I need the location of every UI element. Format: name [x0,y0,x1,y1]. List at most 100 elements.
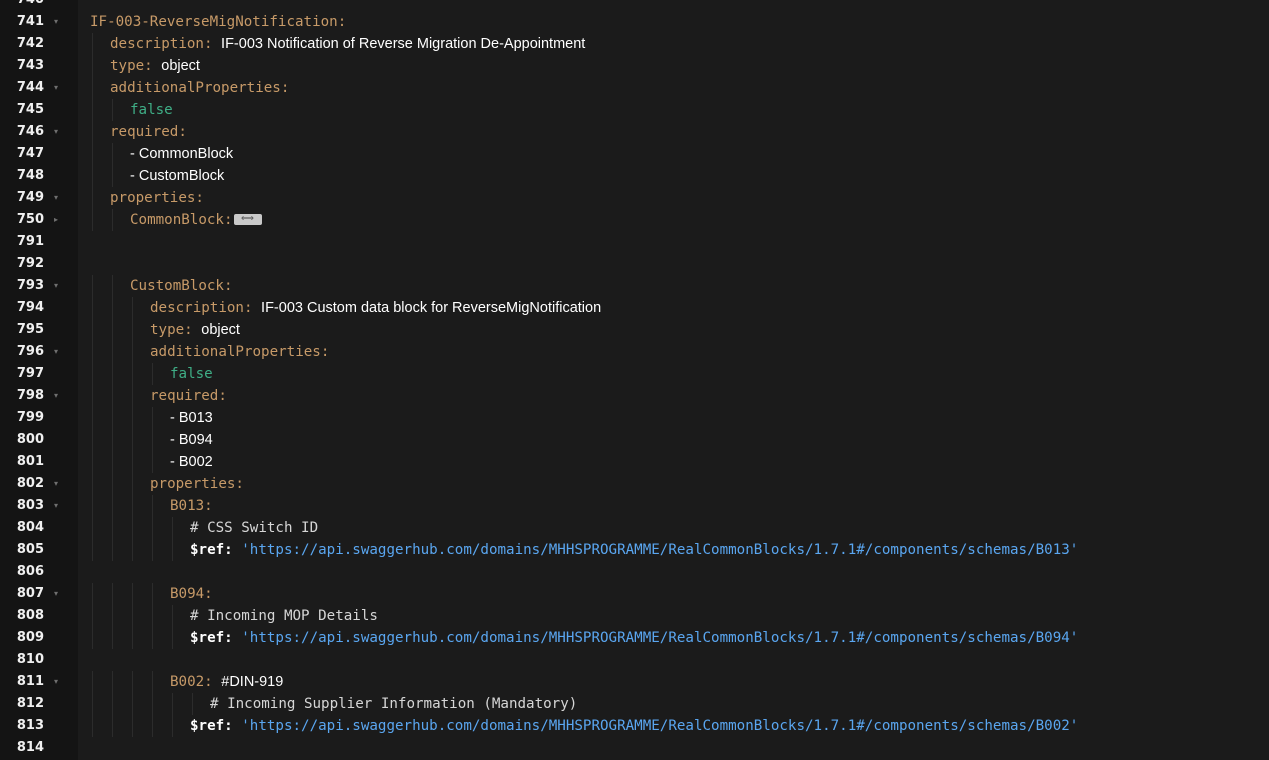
token-key: B002: [170,674,222,690]
line-number: 793 [16,278,44,293]
code-line[interactable]: 811 ▾ B002: #DIN-919 [0,671,1269,693]
indent-guide [92,165,93,187]
fold-expand-icon[interactable]: ▸ [49,209,63,231]
line-number: 814 [16,740,44,755]
indent-guide [172,693,173,715]
indent-guide [112,209,113,231]
code-line[interactable]: 803 ▾ B013: [0,495,1269,517]
token-refk: $ref: [190,630,242,646]
code-text: - CustomBlock [130,165,224,187]
line-number: 808 [16,608,44,623]
fold-collapse-icon[interactable]: ▾ [49,11,63,33]
code-line[interactable]: 814 [0,737,1269,759]
indent-guide [112,319,113,341]
indent-guide [172,605,173,627]
code-line[interactable]: 744 ▾ additionalProperties: [0,77,1269,99]
token-cmt: # CSS Switch ID [190,520,319,536]
fold-collapse-icon[interactable]: ▾ [49,275,63,297]
code-line[interactable]: 794 description: IF-003 Custom data block… [0,297,1269,319]
token-bool: false [170,366,213,382]
token-val: - CustomBlock [130,168,225,184]
code-text: B094: [170,583,213,605]
code-line[interactable]: 750 ▸ CommonBlock: ⟺ [0,209,1269,231]
line-number: 795 [16,322,44,337]
code-line[interactable]: 795 type: object [0,319,1269,341]
code-line[interactable]: 748 - CustomBlock [0,165,1269,187]
token-key: additionalProperties: [150,344,330,360]
indent-guide [132,693,133,715]
token-cmt: # Incoming Supplier Information (Mandato… [210,696,578,712]
indent-guide [152,429,153,451]
indent-guide [92,715,93,737]
code-line[interactable]: 812 # Incoming Supplier Information (Mand… [0,693,1269,715]
fold-collapse-icon[interactable]: ▾ [49,671,63,693]
code-line[interactable]: 801 - B002 [0,451,1269,473]
indent-guide [132,319,133,341]
indent-guide [152,583,153,605]
code-text: false [130,99,173,121]
line-number: 810 [16,652,44,667]
indent-guide [112,715,113,737]
fold-collapse-icon[interactable]: ▾ [49,473,63,495]
code-line[interactable]: 802 ▾ properties: [0,473,1269,495]
token-str: 'https://api.swaggerhub.com/domains/MHHS… [241,542,1079,558]
code-line[interactable]: 740 [0,0,1269,11]
code-line[interactable]: 806 [0,561,1269,583]
code-line[interactable]: 810 [0,649,1269,671]
code-line[interactable]: 749 ▾ properties: [0,187,1269,209]
code-line[interactable]: 741 ▾ IF-003-ReverseMigNotification: [0,11,1269,33]
line-number: 742 [16,36,44,51]
code-line[interactable]: 796 ▾ additionalProperties: [0,341,1269,363]
token-key: properties: [150,476,244,492]
line-number: 749 [16,190,44,205]
indent-guide [92,693,93,715]
code-line[interactable]: 797 false [0,363,1269,385]
fold-collapse-icon[interactable]: ▾ [49,121,63,143]
code-line[interactable]: 793 ▾ CustomBlock: [0,275,1269,297]
code-line[interactable]: 742 description: IF-003 Notification of R… [0,33,1269,55]
code-line[interactable]: 791 [0,231,1269,253]
indent-guide [92,671,93,693]
code-line[interactable]: 747 - CommonBlock [0,143,1269,165]
code-line[interactable]: 809 $ref: 'https://api.swaggerhub.com/dom… [0,627,1269,649]
indent-guide [112,385,113,407]
indent-guide [172,539,173,561]
indent-guide [132,363,133,385]
yaml-code-editor[interactable]: 740 741 ▾ IF-003-ReverseMigNotification: 742… [0,0,1269,760]
code-line[interactable]: 800 - B094 [0,429,1269,451]
code-line[interactable]: 805 $ref: 'https://api.swaggerhub.com/dom… [0,539,1269,561]
fold-collapse-icon[interactable]: ▾ [49,77,63,99]
code-line[interactable]: 807 ▾ B094: [0,583,1269,605]
collapsed-block-icon[interactable]: ⟺ [233,213,262,225]
token-cmt: # Incoming MOP Details [190,608,378,624]
indent-guide [112,605,113,627]
code-line[interactable]: 792 [0,253,1269,275]
fold-collapse-icon[interactable]: ▾ [49,495,63,517]
indent-guide [192,693,193,715]
code-line[interactable]: 813 $ref: 'https://api.swaggerhub.com/dom… [0,715,1269,737]
token-key: CommonBlock: [130,212,233,228]
indent-guide [112,583,113,605]
code-line[interactable]: 745 false [0,99,1269,121]
indent-guide [132,715,133,737]
code-text: - B094 [170,429,213,451]
fold-collapse-icon[interactable]: ▾ [49,341,63,363]
indent-guide [112,517,113,539]
fold-collapse-icon[interactable]: ▾ [49,385,63,407]
fold-collapse-icon[interactable]: ▾ [49,187,63,209]
code-line[interactable]: 746 ▾ required: [0,121,1269,143]
token-key: description: [150,300,262,316]
code-line[interactable]: 798 ▾ required: [0,385,1269,407]
indent-guide [92,495,93,517]
indent-guide [92,539,93,561]
code-text: B013: [170,495,213,517]
indent-guide [152,407,153,429]
line-number: 803 [16,498,44,513]
line-number: 743 [16,58,44,73]
code-line[interactable]: 743 type: object [0,55,1269,77]
code-line[interactable]: 808 # Incoming MOP Details [0,605,1269,627]
code-line[interactable]: 804 # CSS Switch ID [0,517,1269,539]
fold-collapse-icon[interactable]: ▾ [49,583,63,605]
indent-guide [92,143,93,165]
code-line[interactable]: 799 - B013 [0,407,1269,429]
